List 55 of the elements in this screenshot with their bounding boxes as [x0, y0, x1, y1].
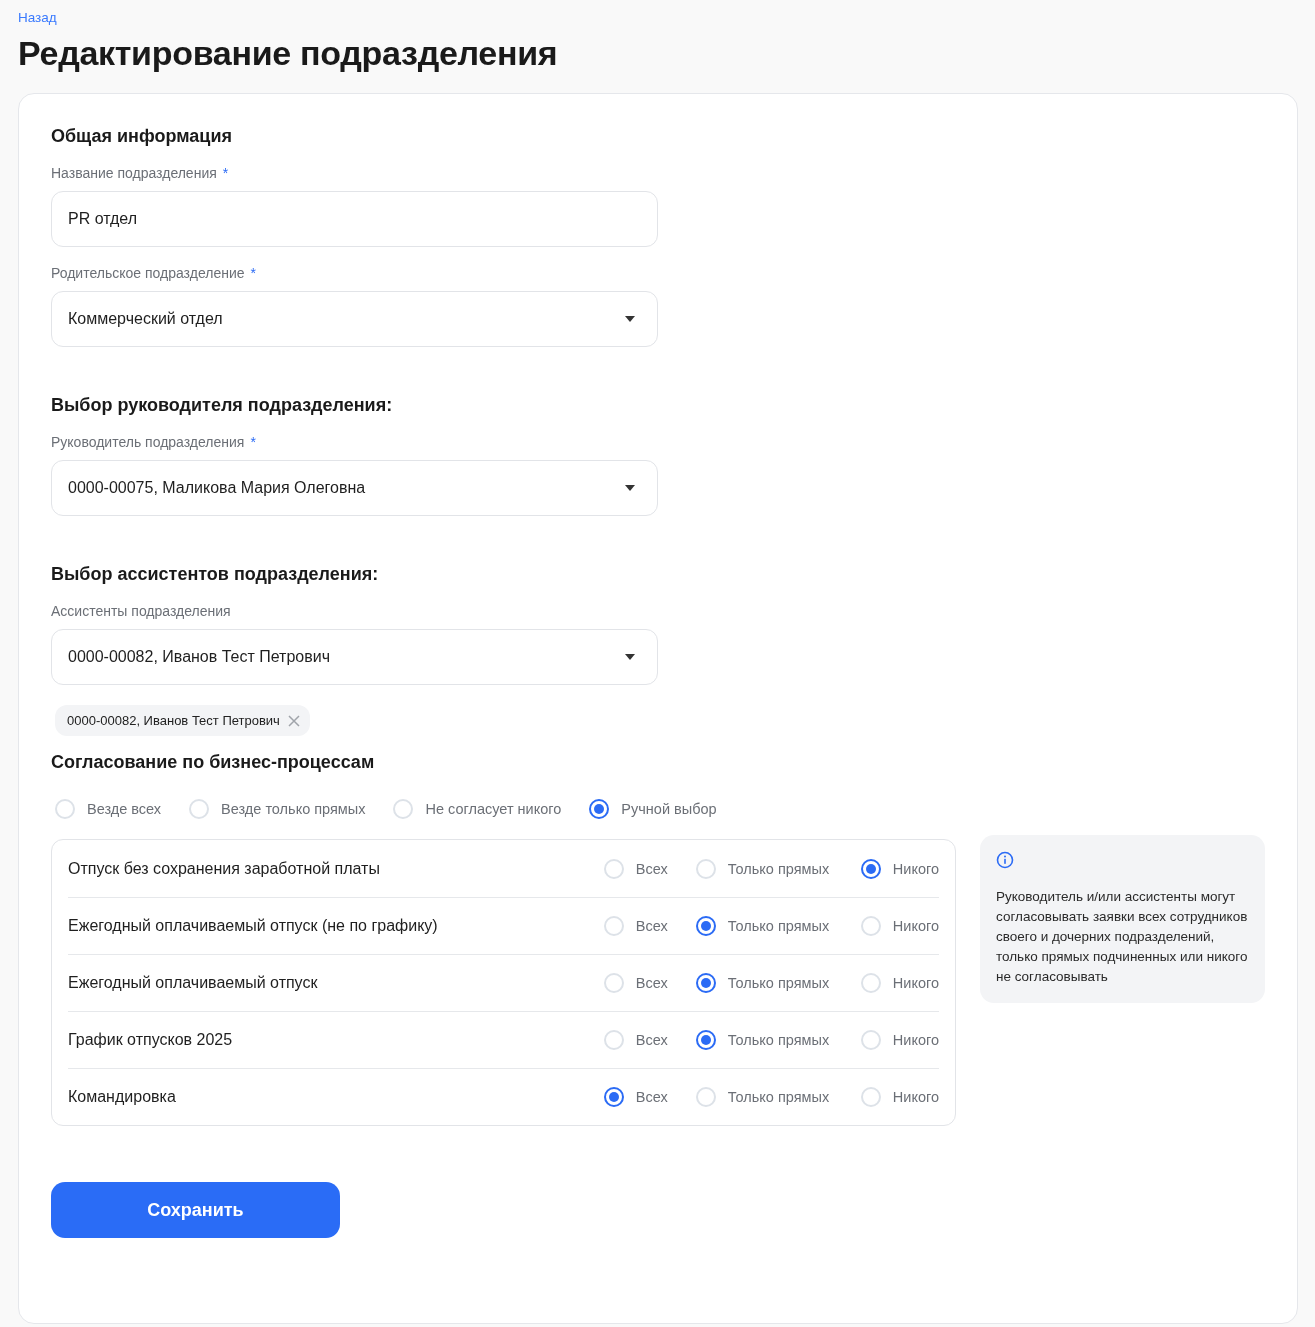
radio-label: Никого — [892, 975, 939, 991]
dropdown-field[interactable]: 0000-00075, Маликова Мария Олеговна — [51, 460, 658, 516]
radio-button[interactable] — [695, 916, 716, 936]
process-name: График отпусков 2025 — [68, 1031, 234, 1049]
process-name: Отпуск без сохранения заработной платы — [68, 860, 381, 878]
radio-label: Только прямых — [727, 1089, 830, 1105]
radio-label: Всех — [635, 1032, 668, 1048]
radio-button[interactable] — [860, 859, 881, 879]
caret-icon — [625, 316, 635, 322]
radio-button[interactable] — [695, 973, 716, 993]
radio-label: Только прямых — [727, 861, 830, 877]
radio-label: Никого — [892, 1089, 939, 1105]
info-text: Руководитель и/или ассистенты могут согласовывать заявки всех сотрудников своего и дочерних подразделений, только прямых подчиненных или никого не согласовывать — [996, 888, 1249, 986]
caret-icon — [625, 485, 635, 491]
radio-label: Всех — [635, 861, 668, 877]
chip-label: 0000-00082, Иванов Тест Петрович — [67, 713, 280, 728]
radio-label: Только прямых — [727, 1032, 830, 1048]
close-icon[interactable] — [287, 714, 300, 727]
page-title: Редактирование подразделения — [18, 34, 559, 73]
radio-label: Только прямых — [727, 975, 830, 991]
radio-label: Везде всех — [87, 801, 162, 817]
process-name: Командировка — [68, 1088, 177, 1106]
dropdown-field[interactable]: 0000-00082, Иванов Тест Петрович — [51, 629, 658, 685]
caret-icon — [625, 654, 635, 660]
field-label: Руководитель подразделения — [51, 434, 245, 450]
radio-label: Никого — [892, 918, 939, 934]
radio-label: Везде только прямых — [221, 801, 366, 817]
save-button[interactable]: Сохранить — [51, 1182, 340, 1238]
section-heading: Общая информация — [51, 126, 233, 147]
required-mark: * — [250, 434, 256, 450]
field-label: Родительское подразделение — [51, 265, 245, 281]
radio-label: Всех — [635, 1089, 668, 1105]
radio-label: Ручной выбор — [621, 801, 717, 817]
section-heading: Выбор руководителя подразделения: — [51, 395, 394, 416]
radio-label: Только прямых — [727, 918, 830, 934]
radio-button[interactable] — [589, 799, 610, 819]
radio-label: Всех — [635, 918, 668, 934]
field-label: Название подразделения — [51, 165, 217, 181]
required-mark: * — [222, 165, 229, 181]
process-name: Ежегодный оплачиваемый отпуск — [68, 974, 319, 992]
radio-button[interactable] — [695, 1030, 716, 1050]
required-mark: * — [250, 265, 256, 281]
radio-label: Всех — [635, 975, 668, 991]
section-heading: Согласование по бизнес-процессам — [51, 752, 376, 773]
radio-button[interactable] — [603, 1087, 624, 1107]
dropdown-field[interactable]: Коммерческий отдел — [51, 291, 658, 347]
radio-label: Никого — [892, 861, 939, 877]
radio-label: Не согласует никого — [425, 801, 562, 817]
radio-label: Никого — [892, 1032, 939, 1048]
process-name: Ежегодный оплачиваемый отпуск (не по графику) — [68, 917, 439, 935]
input-field[interactable]: PR отдел — [51, 191, 658, 247]
section-heading: Выбор ассистентов подразделения: — [51, 564, 380, 585]
back-link[interactable]: Назад — [18, 10, 57, 25]
field-label: Ассистенты подразделения — [51, 603, 231, 619]
info-icon — [996, 851, 1014, 869]
